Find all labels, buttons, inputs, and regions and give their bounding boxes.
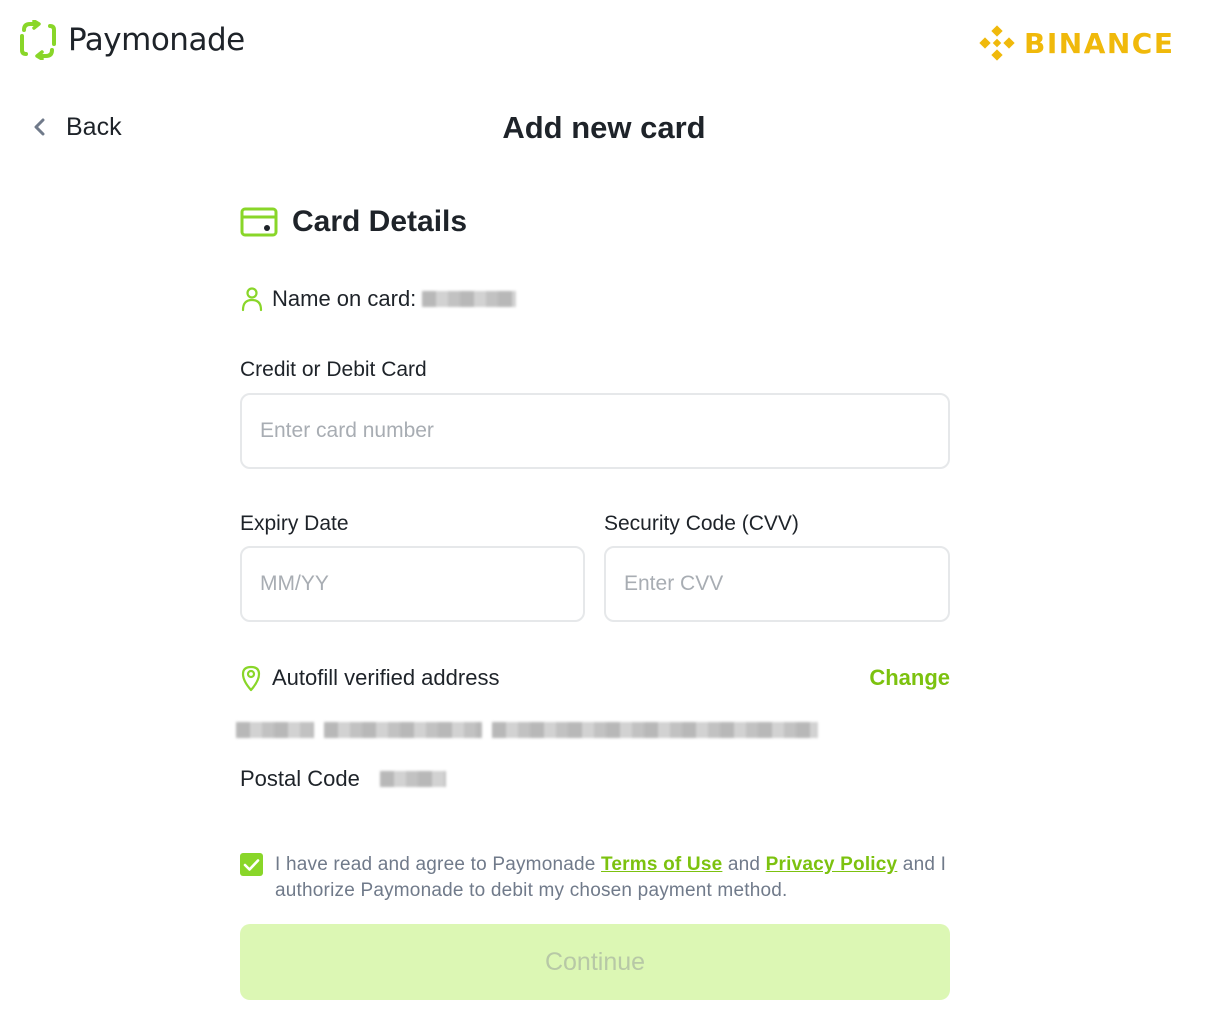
agreement-row: I have read and agree to Paymonade Terms…: [240, 852, 960, 904]
card-number-input[interactable]: [240, 393, 950, 469]
agreement-checkbox[interactable]: [240, 853, 263, 876]
checkmark-icon: [243, 858, 260, 871]
brand-name: Paymonade: [68, 22, 245, 58]
partner-logo: BINANCE: [978, 24, 1174, 62]
expiry-date-label: Expiry Date: [240, 512, 349, 535]
agreement-text-middle: and: [722, 854, 766, 875]
privacy-policy-link[interactable]: Privacy Policy: [766, 854, 898, 875]
binance-logo-icon: [979, 25, 1015, 61]
redacted-address-part: [492, 722, 818, 738]
card-details-header: Card Details: [240, 205, 467, 239]
page-title: Add new card: [502, 110, 706, 145]
postal-code-row: Postal Code: [240, 766, 446, 792]
agreement-text-before: I have read and agree to Paymonade: [275, 854, 602, 875]
redacted-address-part: [236, 722, 314, 738]
card-number-label: Credit or Debit Card: [240, 358, 427, 381]
expiry-date-input[interactable]: [240, 546, 585, 622]
autofill-address-label: Autofill verified address: [272, 665, 500, 690]
name-on-card-label: Name on card:: [272, 286, 417, 311]
agreement-text: I have read and agree to Paymonade Terms…: [275, 852, 960, 904]
change-address-link[interactable]: Change: [869, 665, 950, 691]
person-icon: [241, 287, 263, 312]
cvv-input[interactable]: [604, 546, 950, 622]
autofill-address-row: Autofill verified address Change: [240, 664, 950, 692]
redacted-name: [422, 291, 517, 307]
partner-name: BINANCE: [1024, 26, 1175, 60]
location-pin-icon: [241, 665, 261, 692]
terms-of-use-link[interactable]: Terms of Use: [601, 854, 722, 875]
redacted-address: [236, 722, 818, 738]
name-on-card-row: Name on card:: [240, 286, 517, 312]
brand-logo: Paymonade: [18, 20, 245, 60]
cvv-label: Security Code (CVV): [604, 512, 799, 535]
section-title: Card Details: [292, 205, 468, 238]
card-icon: [240, 207, 278, 237]
postal-code-label: Postal Code: [240, 766, 360, 791]
continue-button[interactable]: Continue: [240, 924, 950, 1000]
redacted-postal-code: [379, 771, 446, 787]
redacted-address-part: [324, 722, 482, 738]
paymonade-logo-icon: [20, 20, 56, 60]
